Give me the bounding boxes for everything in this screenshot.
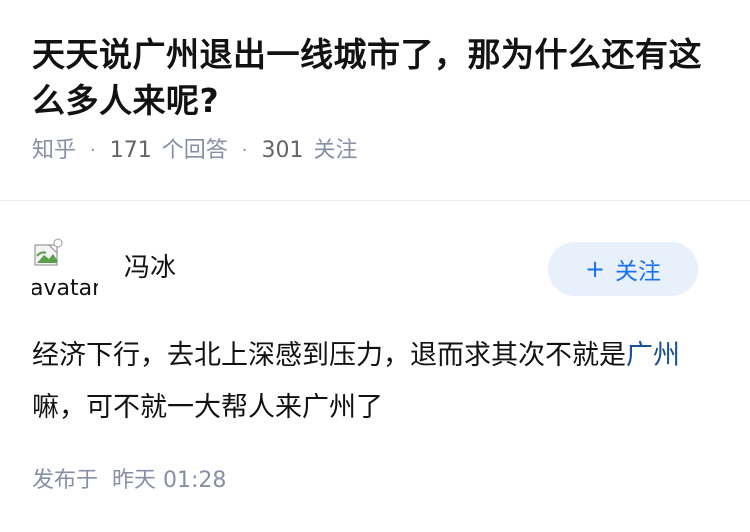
guangzhou-link[interactable]: 广州 bbox=[626, 340, 680, 371]
meta-separator: · bbox=[90, 140, 96, 161]
follow-button[interactable]: + 关注 bbox=[548, 242, 698, 296]
answer-author-bar: avatar 冯冰 + 关注 bbox=[32, 236, 698, 301]
publish-time-label: 发布于 bbox=[32, 468, 99, 493]
question-meta: 知乎 · 171 个回答 · 301 关注 bbox=[32, 136, 722, 166]
avatar-alt-text: avatar bbox=[32, 276, 98, 301]
follow-button-label: 关注 bbox=[615, 259, 662, 285]
publish-time-value: 昨天 01:28 bbox=[112, 468, 227, 493]
broken-image-icon bbox=[34, 238, 63, 266]
follower-count-label: 关注 bbox=[313, 138, 358, 163]
publish-time: 发布于 昨天 01:28 bbox=[32, 466, 226, 496]
answer-text-part1: 经济下行，去北上深感到压力，退而求其次不就是 bbox=[32, 340, 626, 371]
answer-content[interactable]: 经济下行，去北上深感到压力，退而求其次不就是广州嘛，可不就一大帮人来广州了 bbox=[32, 330, 712, 434]
answer-count: 171 bbox=[109, 138, 152, 163]
source-label[interactable]: 知乎 bbox=[32, 136, 76, 166]
answer-count-label: 个回答 bbox=[161, 138, 228, 163]
section-divider bbox=[0, 200, 750, 201]
question-header: 天天说广州退出一线城市了，那为什么还有这么多人来呢? 知乎 · 171 个回答 … bbox=[32, 32, 722, 166]
answer-text-part2: 嘛，可不就一大帮人来广州了 bbox=[32, 392, 383, 423]
question-title[interactable]: 天天说广州退出一线城市了，那为什么还有这么多人来呢? bbox=[32, 32, 722, 124]
author-name[interactable]: 冯冰 bbox=[124, 252, 176, 284]
follower-count: 301 bbox=[261, 138, 304, 163]
meta-separator: · bbox=[241, 140, 248, 161]
plus-icon: + bbox=[584, 255, 606, 283]
avatar[interactable]: avatar bbox=[32, 236, 98, 302]
